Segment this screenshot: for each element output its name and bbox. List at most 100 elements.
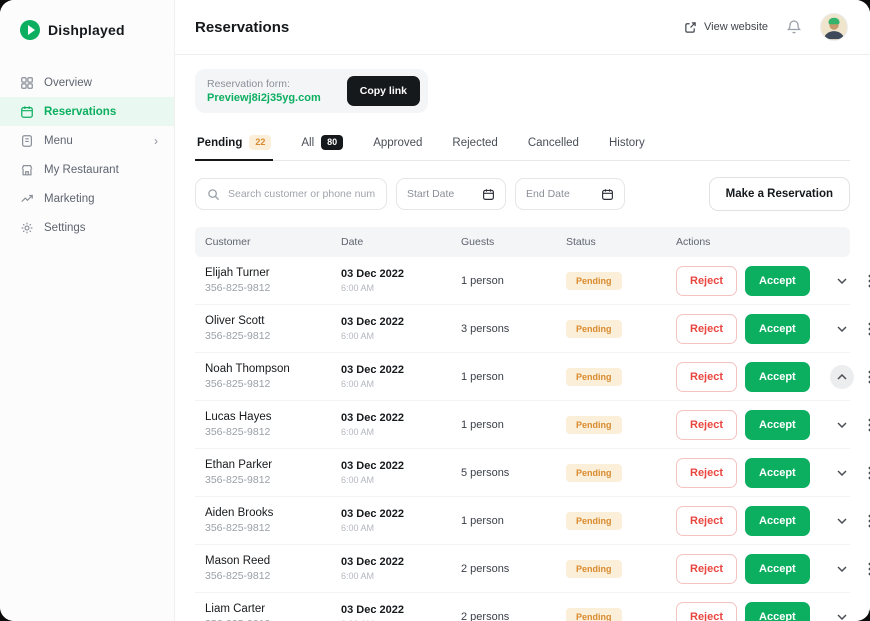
view-website-link[interactable]: View website bbox=[684, 21, 768, 34]
search-input[interactable] bbox=[228, 188, 375, 200]
row-menu-button[interactable] bbox=[860, 317, 870, 341]
reject-button[interactable]: Reject bbox=[676, 314, 737, 344]
actions-cell: Reject Accept bbox=[676, 314, 870, 344]
sidebar-item-my-restaurant[interactable]: My Restaurant bbox=[0, 155, 174, 184]
make-reservation-button[interactable]: Make a Reservation bbox=[709, 177, 850, 211]
sidebar-item-marketing[interactable]: Marketing bbox=[0, 184, 174, 213]
table-row: Lucas Hayes 356-825-9812 03 Dec 2022 6:0… bbox=[195, 401, 850, 449]
customer-name: Elijah Turner bbox=[205, 267, 341, 279]
date-cell: 03 Dec 2022 6:00 AM bbox=[341, 364, 461, 389]
sidebar-item-reservations[interactable]: Reservations bbox=[0, 97, 174, 126]
copy-link-button[interactable]: Copy link bbox=[347, 76, 420, 106]
end-date-input[interactable] bbox=[526, 188, 595, 200]
accept-button[interactable]: Accept bbox=[745, 554, 810, 584]
reject-button[interactable]: Reject bbox=[676, 362, 737, 392]
topbar: Reservations View website bbox=[175, 0, 870, 55]
accept-button[interactable]: Accept bbox=[745, 266, 810, 296]
table-row: Ethan Parker 356-825-9812 03 Dec 2022 6:… bbox=[195, 449, 850, 497]
customer-cell: Mason Reed 356-825-9812 bbox=[205, 555, 341, 582]
row-menu-button[interactable] bbox=[860, 413, 870, 437]
expand-button[interactable] bbox=[830, 269, 854, 293]
tab-label: History bbox=[609, 137, 645, 149]
reservation-time: 6:00 AM bbox=[341, 427, 461, 437]
tab-approved[interactable]: Approved bbox=[371, 127, 424, 160]
status-cell: Pending bbox=[566, 319, 676, 338]
reservation-date: 03 Dec 2022 bbox=[341, 268, 461, 280]
column-header-guests: Guests bbox=[461, 236, 566, 248]
accept-button[interactable]: Accept bbox=[745, 458, 810, 488]
sidebar-item-label: Marketing bbox=[44, 193, 95, 205]
reservation-form-link[interactable]: Previewj8i2j35yg.com bbox=[207, 92, 321, 104]
expand-button[interactable] bbox=[830, 317, 854, 341]
tab-history[interactable]: History bbox=[607, 127, 647, 160]
end-date-box[interactable] bbox=[515, 178, 625, 210]
main-area: Reservations View website Reservation fo… bbox=[175, 0, 870, 621]
actions-cell: Reject Accept bbox=[676, 554, 870, 584]
start-date-box[interactable] bbox=[396, 178, 506, 210]
chevron-right-icon: › bbox=[154, 135, 158, 147]
row-menu-button[interactable] bbox=[860, 605, 870, 621]
status-badge: Pending bbox=[566, 560, 622, 578]
brand-logo-icon bbox=[20, 20, 40, 40]
customer-phone: 356-825-9812 bbox=[205, 282, 341, 294]
sidebar-nav: Overview Reservations Menu › My Restaura… bbox=[0, 56, 174, 242]
customer-name: Ethan Parker bbox=[205, 459, 341, 471]
sidebar: Dishplayed Overview Reservations Menu › … bbox=[0, 0, 175, 621]
sidebar-item-menu[interactable]: Menu › bbox=[0, 126, 174, 155]
avatar[interactable] bbox=[820, 13, 848, 41]
customer-phone: 356-825-9812 bbox=[205, 378, 341, 390]
chevron-down-icon bbox=[837, 566, 847, 572]
accept-button[interactable]: Accept bbox=[745, 314, 810, 344]
expand-button[interactable] bbox=[830, 557, 854, 581]
sidebar-item-settings[interactable]: Settings bbox=[0, 213, 174, 242]
row-menu-button[interactable] bbox=[860, 509, 870, 533]
table-row: Aiden Brooks 356-825-9812 03 Dec 2022 6:… bbox=[195, 497, 850, 545]
expand-button[interactable] bbox=[830, 509, 854, 533]
reject-button[interactable]: Reject bbox=[676, 554, 737, 584]
reservation-date: 03 Dec 2022 bbox=[341, 556, 461, 568]
expand-button[interactable] bbox=[830, 605, 854, 621]
accept-button[interactable]: Accept bbox=[745, 410, 810, 440]
accept-button[interactable]: Accept bbox=[745, 602, 810, 621]
reject-button[interactable]: Reject bbox=[676, 602, 737, 621]
brand-name: Dishplayed bbox=[48, 22, 125, 38]
tab-rejected[interactable]: Rejected bbox=[450, 127, 499, 160]
tab-pending[interactable]: Pending 22 bbox=[195, 127, 273, 160]
customer-phone: 356-825-9812 bbox=[205, 330, 341, 342]
status-badge: Pending bbox=[566, 416, 622, 434]
notifications-button[interactable] bbox=[786, 19, 802, 35]
filters-bar: Make a Reservation bbox=[195, 177, 850, 211]
search-box[interactable] bbox=[195, 178, 387, 210]
chevron-down-icon bbox=[837, 518, 847, 524]
tab-cancelled[interactable]: Cancelled bbox=[526, 127, 581, 160]
sidebar-item-overview[interactable]: Overview bbox=[0, 68, 174, 97]
column-header-status: Status bbox=[566, 236, 676, 248]
date-cell: 03 Dec 2022 6:00 AM bbox=[341, 268, 461, 293]
row-menu-button[interactable] bbox=[860, 461, 870, 485]
table-row: Elijah Turner 356-825-9812 03 Dec 2022 6… bbox=[195, 257, 850, 305]
reservation-date: 03 Dec 2022 bbox=[341, 364, 461, 376]
customer-phone: 356-825-9812 bbox=[205, 522, 341, 534]
expand-button[interactable] bbox=[830, 413, 854, 437]
date-cell: 03 Dec 2022 6:00 AM bbox=[341, 316, 461, 341]
reject-button[interactable]: Reject bbox=[676, 266, 737, 296]
row-menu-button[interactable] bbox=[860, 557, 870, 581]
row-menu-button[interactable] bbox=[860, 269, 870, 293]
expand-button[interactable] bbox=[830, 461, 854, 485]
guests-count: 1 person bbox=[461, 371, 566, 383]
reject-button[interactable]: Reject bbox=[676, 410, 737, 440]
tab-all[interactable]: All 80 bbox=[299, 127, 345, 160]
column-header-date: Date bbox=[341, 236, 461, 248]
reject-button[interactable]: Reject bbox=[676, 506, 737, 536]
menu-icon bbox=[20, 134, 34, 148]
start-date-input[interactable] bbox=[407, 188, 476, 200]
chevron-down-icon bbox=[837, 374, 847, 380]
expand-button[interactable] bbox=[830, 365, 854, 389]
row-menu-button[interactable] bbox=[860, 365, 870, 389]
guests-count: 1 person bbox=[461, 275, 566, 287]
accept-button[interactable]: Accept bbox=[745, 362, 810, 392]
reject-button[interactable]: Reject bbox=[676, 458, 737, 488]
accept-button[interactable]: Accept bbox=[745, 506, 810, 536]
tab-label: All bbox=[301, 137, 314, 149]
reservation-form-label: Reservation form: bbox=[207, 78, 321, 90]
